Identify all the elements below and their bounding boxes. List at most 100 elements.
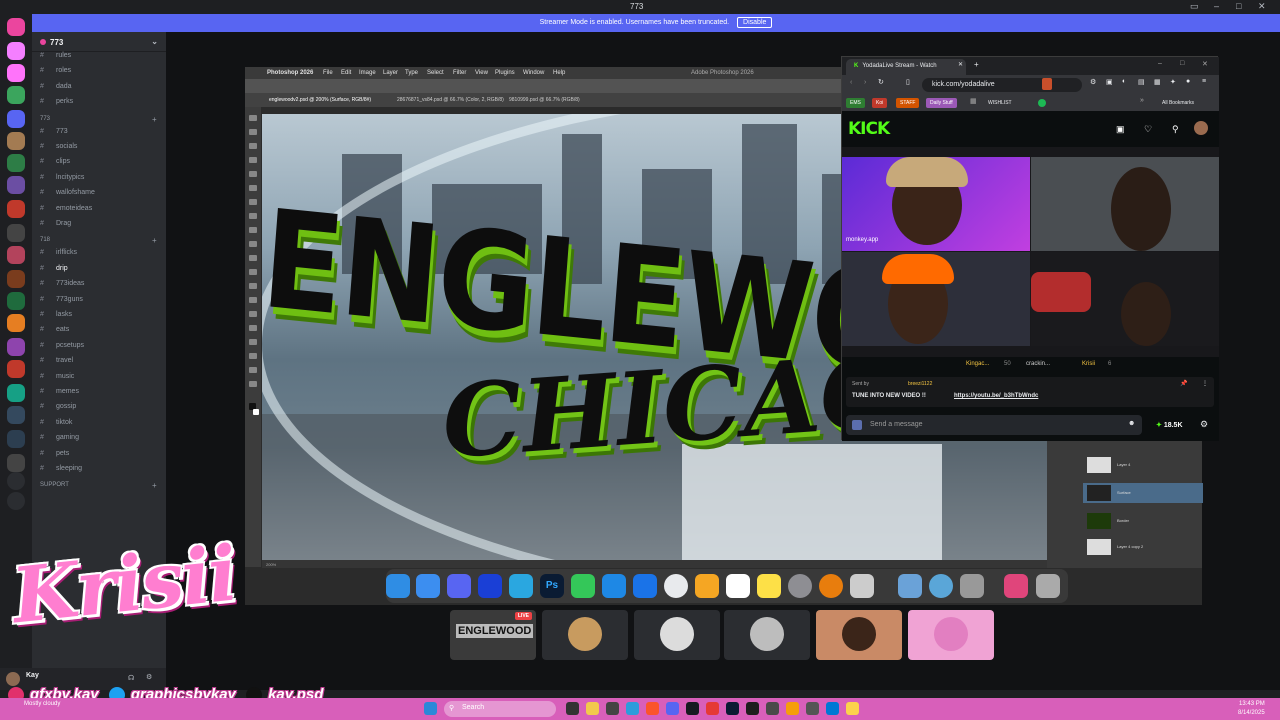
layer-row[interactable]: Border — [1083, 511, 1203, 531]
maximize-icon[interactable]: □ — [1180, 60, 1184, 67]
gradient-tool-icon[interactable] — [249, 269, 257, 275]
server-icon[interactable] — [7, 406, 25, 424]
apps-grid-icon[interactable]: ▦ — [970, 97, 977, 105]
hand-tool-icon[interactable] — [249, 367, 257, 373]
explorer-icon[interactable] — [586, 702, 599, 715]
video-tile[interactable] — [724, 610, 810, 660]
app-icon[interactable] — [826, 702, 839, 715]
maximize-icon[interactable]: □ — [1236, 1, 1241, 11]
extensions-puzzle-icon[interactable]: ✦ — [1170, 78, 1176, 86]
channel-item[interactable]: # pets — [40, 450, 69, 462]
extension-icon[interactable]: ▣ — [1106, 78, 1113, 86]
add-channel-icon[interactable]: + — [152, 481, 157, 490]
kick-logo[interactable]: KICK — [848, 119, 890, 139]
minimize-icon[interactable]: – — [1214, 1, 1219, 11]
ps-menu-window[interactable]: Window — [523, 70, 544, 76]
eraser-tool-icon[interactable] — [249, 255, 257, 261]
chevron-down-icon[interactable]: ⌄ — [151, 37, 158, 46]
server-icon[interactable] — [7, 314, 25, 332]
home-icon[interactable] — [7, 18, 25, 36]
channel-item[interactable]: #773ideas — [40, 280, 84, 292]
clock[interactable]: 13:43 PM 8/14/2025 — [1238, 700, 1265, 718]
heal-tool-icon[interactable] — [249, 199, 257, 205]
bookmark-koi[interactable]: Koi — [872, 98, 888, 108]
lasso-tool-icon[interactable] — [249, 143, 257, 149]
app-icon[interactable] — [806, 702, 819, 715]
more-bookmarks-icon[interactable]: » — [1140, 97, 1144, 104]
server-icon[interactable] — [7, 454, 25, 472]
ps-menu-edit[interactable]: Edit — [341, 70, 351, 76]
extension-icon[interactable]: ◐ — [1122, 78, 1126, 85]
channel-category[interactable]: 773 + — [40, 115, 157, 124]
shape-tool-icon[interactable] — [249, 353, 257, 359]
bookmark-staff[interactable]: STAFF — [896, 98, 920, 108]
video-tile[interactable] — [634, 610, 720, 660]
trash-icon[interactable] — [1036, 574, 1060, 598]
steam-icon[interactable] — [686, 702, 699, 715]
photoshop-icon[interactable] — [726, 702, 739, 715]
close-icon[interactable]: ✕ — [1202, 60, 1208, 68]
weather-status[interactable]: Mostly cloudy — [24, 701, 60, 707]
heart-icon[interactable]: ♡ — [1144, 124, 1152, 135]
ps-menu-view[interactable]: View — [475, 70, 488, 76]
app-icon[interactable] — [602, 574, 626, 598]
app-icon[interactable] — [633, 574, 657, 598]
bookmark-wishlist[interactable]: WISHLIST — [984, 98, 1016, 108]
ps-app-title[interactable]: Photoshop 2026 — [267, 70, 313, 76]
discord-icon[interactable] — [666, 702, 679, 715]
chat-input[interactable]: Send a message ☻ — [846, 415, 1142, 435]
crop-tool-icon[interactable] — [249, 171, 257, 177]
app-icon[interactable] — [706, 702, 719, 715]
ps-menu-type[interactable]: Type — [405, 70, 418, 76]
channel-item[interactable]: # irlflicks — [40, 249, 77, 261]
server-icon[interactable] — [7, 132, 25, 150]
spotify-icon[interactable] — [1038, 99, 1046, 107]
app-icon[interactable] — [746, 702, 759, 715]
app-icon[interactable] — [786, 702, 799, 715]
settings-gear-icon[interactable]: ⚙ — [1200, 419, 1208, 430]
layer-row[interactable]: Layer 4 — [1083, 455, 1203, 475]
app-icon[interactable] — [846, 702, 859, 715]
channel-item[interactable]: #773guns — [40, 296, 83, 308]
mail-icon[interactable] — [416, 574, 440, 598]
dodge-tool-icon[interactable] — [249, 297, 257, 303]
search-icon[interactable]: ⚲ — [1172, 124, 1179, 135]
more-icon[interactable]: ⋮ — [1202, 380, 1208, 387]
address-bar[interactable]: kick.com/yodadalive — [922, 78, 1082, 92]
server-icon[interactable] — [7, 246, 25, 264]
discord-icon[interactable] — [447, 574, 471, 598]
ps-menu-layer[interactable]: Layer — [383, 70, 398, 76]
chrome-icon[interactable] — [664, 574, 688, 598]
profile-icon[interactable]: ● — [1186, 78, 1190, 85]
channel-item[interactable]: # rules — [40, 52, 71, 64]
blender-icon[interactable] — [819, 574, 843, 598]
channel-item[interactable]: # gossip — [40, 403, 76, 415]
ps-doc-tab-active[interactable]: englewoodv2.psd @ 200% (Surface, RGB/8#) — [269, 97, 371, 103]
taskbar-search[interactable]: ⚲ Search — [444, 701, 556, 717]
forward-icon[interactable]: › — [864, 79, 866, 86]
channel-item[interactable]: # wallofshame — [40, 189, 95, 201]
ps-menu-select[interactable]: Select — [427, 70, 444, 76]
new-tab-icon[interactable]: + — [974, 60, 979, 69]
channel-category[interactable]: SUPPORT + — [40, 481, 157, 490]
app-icon[interactable] — [509, 574, 533, 598]
background-color-icon[interactable] — [253, 409, 259, 415]
channel-item[interactable]: # Drag — [40, 220, 71, 232]
channel-item[interactable]: # music — [40, 373, 74, 385]
calendar-icon[interactable] — [726, 574, 750, 598]
emoji-icon[interactable]: ☻ — [1128, 420, 1135, 427]
app-icon[interactable] — [606, 702, 619, 715]
channel-item[interactable]: # gaming — [40, 434, 79, 446]
path-tool-icon[interactable] — [249, 339, 257, 345]
taskview-icon[interactable] — [566, 702, 579, 715]
photos-icon[interactable] — [695, 574, 719, 598]
app-icon[interactable] — [1004, 574, 1028, 598]
channel-item[interactable]: # clips — [40, 158, 70, 170]
browser-tab[interactable]: K YodadaLive Stream - Watch — [846, 59, 966, 75]
layer-row[interactable]: Layer 4 copy 2 — [1083, 537, 1203, 557]
pin-icon[interactable]: 📌 — [1180, 380, 1187, 387]
brush-tool-icon[interactable] — [249, 213, 257, 219]
eyedropper-tool-icon[interactable] — [249, 185, 257, 191]
server-icon[interactable] — [7, 384, 25, 402]
ps-doc-tab[interactable]: 28676871_vs84.psd @ 66.7% (Color, 2, RGB… — [397, 97, 504, 103]
